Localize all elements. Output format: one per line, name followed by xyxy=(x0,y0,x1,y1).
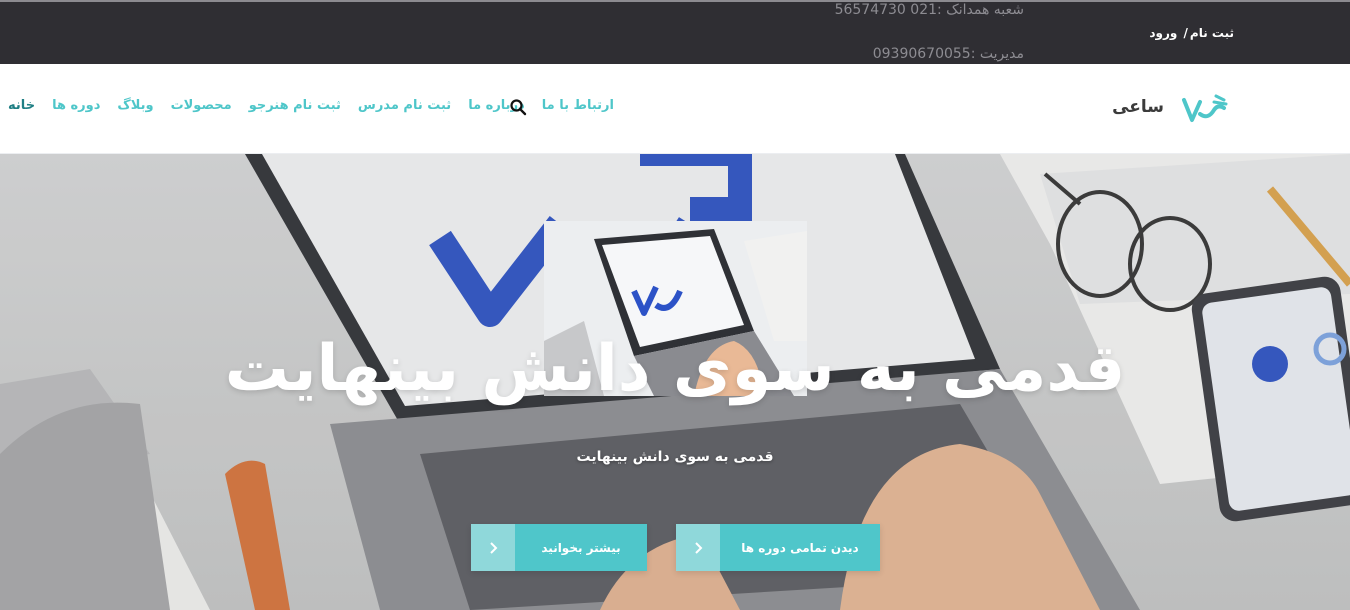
nav-item-blog[interactable]: وبلاگ xyxy=(117,98,153,113)
nav-item-products[interactable]: محصولات xyxy=(171,98,232,113)
view-all-courses-label: دیدن تمامی دوره ها xyxy=(720,524,880,571)
main-header: ساعی خانه دوره ها وبلاگ محصولات ثبت نام … xyxy=(0,64,1350,154)
brand-name[interactable]: ساعی xyxy=(1112,97,1164,117)
manager-phone: مدیریت :09390670055 xyxy=(872,46,1024,62)
auth-separator: / xyxy=(1183,26,1188,40)
nav-item-teacher-register[interactable]: ثبت نام مدرس xyxy=(358,98,451,113)
chevron-right-icon xyxy=(676,524,720,571)
brand-logo-icon[interactable] xyxy=(1178,90,1230,126)
chevron-right-icon xyxy=(471,524,515,571)
login-link[interactable]: ورود xyxy=(1149,26,1177,40)
hero-title: قدمی به سوی دانش بینهایت xyxy=(224,332,1126,406)
top-bar: شعبه همدانک :021 56574730 مدیریت :093906… xyxy=(0,0,1350,64)
nav-item-student-register[interactable]: ثبت نام هنرجو xyxy=(249,98,341,113)
read-more-label: بیشتر بخوانید xyxy=(515,524,647,571)
hero-subtitle: قدمی به سوی دانش بینهایت xyxy=(576,449,774,465)
auth-links: ثبت نام/ ورود xyxy=(1149,26,1234,40)
search-icon[interactable] xyxy=(509,98,527,116)
nav-item-courses[interactable]: دوره ها xyxy=(52,98,100,113)
branch-phone: شعبه همدانک :021 56574730 xyxy=(834,2,1024,18)
register-link[interactable]: ثبت نام xyxy=(1190,26,1234,40)
nav-item-contact[interactable]: ارتباط با ما xyxy=(542,98,614,113)
view-all-courses-button[interactable]: دیدن تمامی دوره ها xyxy=(676,524,880,571)
read-more-button[interactable]: بیشتر بخوانید xyxy=(471,524,647,571)
hero-section: قدمی به سوی دانش بینهایت قدمی به سوی دان… xyxy=(0,154,1350,610)
nav-item-home[interactable]: خانه xyxy=(8,98,35,113)
